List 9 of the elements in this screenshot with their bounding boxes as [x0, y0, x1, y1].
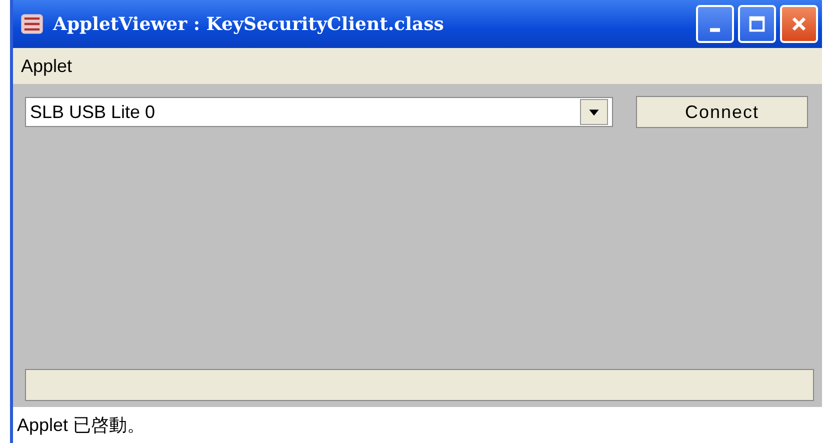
device-dropdown[interactable]: SLB USB Lite 0 [25, 97, 613, 127]
text-field[interactable] [25, 369, 814, 401]
minimize-button[interactable] [696, 5, 734, 43]
connect-button[interactable]: Connect [636, 96, 808, 128]
maximize-button[interactable] [738, 5, 776, 43]
menu-item[interactable]: Applet [21, 56, 72, 76]
minimize-icon [710, 28, 720, 32]
close-button[interactable] [780, 5, 818, 43]
window-title: AppletViewer : KeySecurityClient.class [53, 14, 445, 34]
